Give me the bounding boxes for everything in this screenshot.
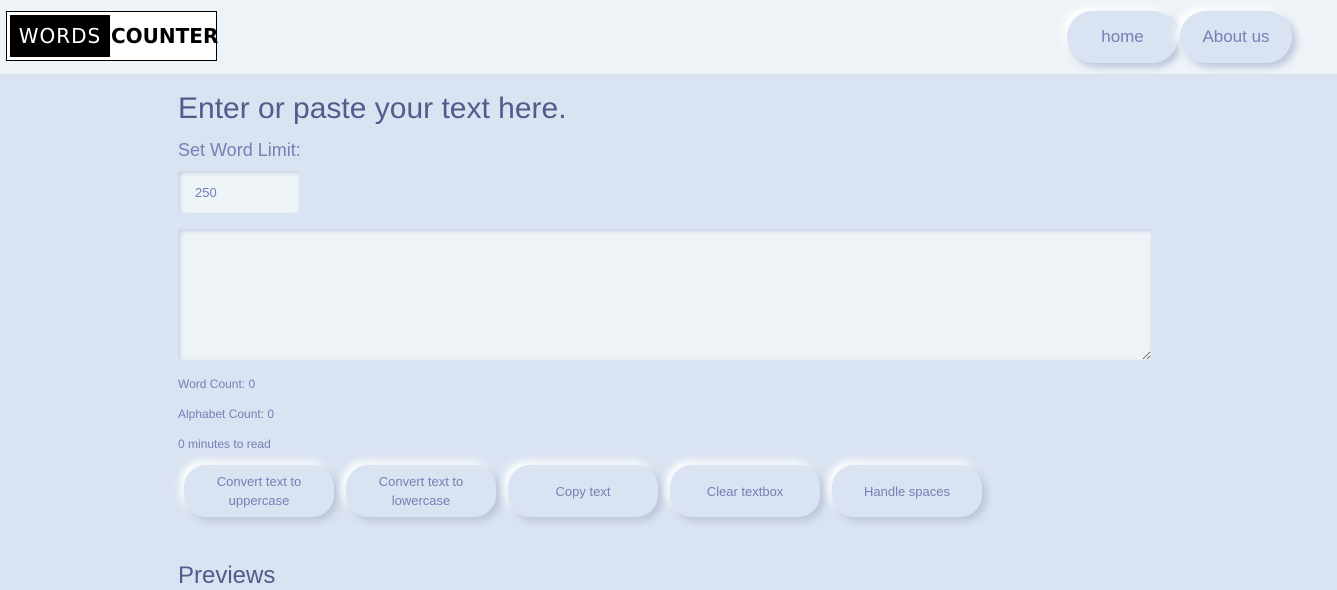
text-input-area[interactable] — [178, 229, 1151, 360]
read-time-stat: 0 minutes to read — [178, 437, 271, 451]
alphabet-count-stat: Alphabet Count: 0 — [178, 407, 274, 421]
read-time-suffix: minutes to read — [188, 437, 271, 451]
logo[interactable]: WORDS COUNTER — [6, 11, 219, 61]
word-count-value: 0 — [248, 377, 256, 391]
handle-spaces-button[interactable]: Handle spaces — [832, 465, 982, 517]
nav-about-button[interactable]: About us — [1180, 11, 1292, 63]
alphabet-count-value: 0 — [267, 407, 275, 421]
word-count-stat: Word Count: 0 — [178, 377, 255, 391]
convert-uppercase-button[interactable]: Convert text to uppercase — [184, 465, 334, 517]
previews-heading: Previews — [178, 562, 276, 589]
word-count-label: Word Count: — [178, 377, 246, 391]
logo-words-text: WORDS — [10, 15, 110, 57]
word-limit-input[interactable] — [178, 171, 299, 213]
copy-text-button[interactable]: Copy text — [508, 465, 658, 517]
convert-lowercase-button[interactable]: Convert text to lowercase — [346, 465, 496, 517]
word-limit-label: Set Word Limit: — [178, 140, 301, 160]
read-time-value: 0 — [178, 437, 185, 451]
nav-home-button[interactable]: home — [1067, 11, 1178, 63]
clear-textbox-button[interactable]: Clear textbox — [670, 465, 820, 517]
logo-counter-text: COUNTER — [111, 24, 219, 48]
page-title: Enter or paste your text here. — [178, 92, 567, 125]
navbar: WORDS COUNTER home About us — [0, 0, 1337, 74]
alphabet-count-label: Alphabet Count: — [178, 407, 265, 421]
